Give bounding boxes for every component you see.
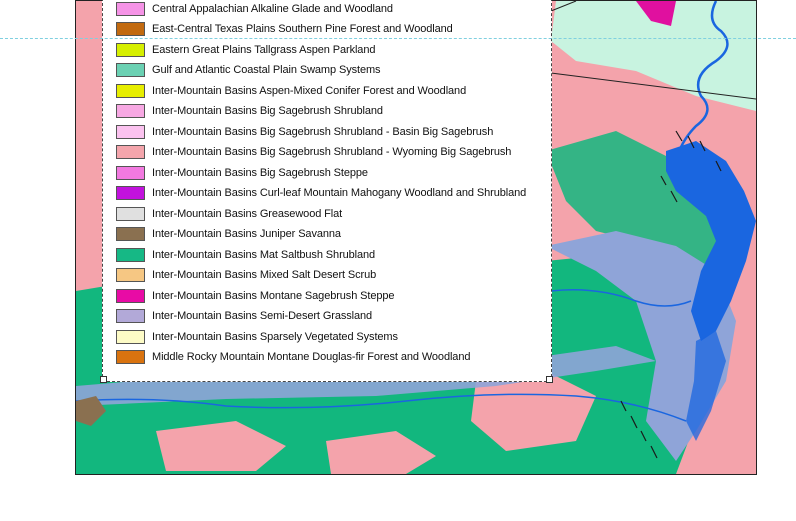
legend-swatch — [116, 350, 145, 364]
legend-label: Inter-Mountain Basins Juniper Savanna — [152, 228, 341, 240]
legend-swatch — [116, 43, 145, 57]
legend-item: Inter-Mountain Basins Aspen-Mixed Conife… — [116, 83, 466, 99]
legend-item: Inter-Mountain Basins Big Sagebrush Shru… — [116, 144, 511, 160]
legend-swatch — [116, 330, 145, 344]
legend-label: Central Appalachian Alkaline Glade and W… — [152, 3, 393, 15]
legend-label: Inter-Mountain Basins Greasewood Flat — [152, 208, 343, 220]
legend-swatch — [116, 289, 145, 303]
legend-swatch — [116, 186, 145, 200]
legend-label: Eastern Great Plains Tallgrass Aspen Par… — [152, 44, 376, 56]
legend-swatch — [116, 84, 145, 98]
legend-swatch — [116, 104, 145, 118]
legend-label: Inter-Mountain Basins Aspen-Mixed Conife… — [152, 85, 467, 97]
legend-item: East-Central Texas Plains Southern Pine … — [116, 21, 453, 37]
legend-label: Inter-Mountain Basins Big Sagebrush Shru… — [152, 105, 383, 117]
legend-swatch — [116, 166, 145, 180]
legend-label: Inter-Mountain Basins Big Sagebrush Step… — [152, 167, 368, 179]
legend-item: Inter-Mountain Basins Big Sagebrush Step… — [116, 165, 368, 181]
legend-item: Inter-Mountain Basins Greasewood Flat — [116, 206, 342, 222]
legend-panel[interactable]: Central Appalachian Alkaline Glade and W… — [100, 0, 553, 383]
legend-item: Inter-Mountain Basins Montane Sagebrush … — [116, 288, 395, 304]
legend-item: Inter-Mountain Basins Big Sagebrush Shru… — [116, 103, 383, 119]
legend-item: Eastern Great Plains Tallgrass Aspen Par… — [116, 42, 375, 58]
legend-swatch — [116, 227, 145, 241]
legend-label: Gulf and Atlantic Coastal Plain Swamp Sy… — [152, 64, 381, 76]
legend-item: Gulf and Atlantic Coastal Plain Swamp Sy… — [116, 62, 381, 78]
legend-label: Inter-Mountain Basins Semi-Desert Grassl… — [152, 310, 373, 322]
resize-handle-bottom-left[interactable] — [100, 376, 107, 383]
legend-label: Inter-Mountain Basins Sparsely Vegetated… — [152, 331, 398, 343]
legend-swatch — [116, 309, 145, 323]
guide-line — [0, 38, 796, 39]
legend-swatch — [116, 145, 145, 159]
legend-item: Middle Rocky Mountain Montane Douglas-fi… — [116, 349, 470, 365]
legend-label: Inter-Mountain Basins Curl-leaf Mountain… — [152, 187, 527, 199]
legend-item: Inter-Mountain Basins Sparsely Vegetated… — [116, 329, 398, 345]
legend-item: Inter-Mountain Basins Semi-Desert Grassl… — [116, 308, 372, 324]
legend-swatch — [116, 125, 145, 139]
legend-label: Middle Rocky Mountain Montane Douglas-fi… — [152, 351, 471, 363]
legend-item: Central Appalachian Alkaline Glade and W… — [116, 1, 393, 17]
legend-label: Inter-Mountain Basins Mixed Salt Desert … — [152, 269, 377, 281]
legend-item: Inter-Mountain Basins Mat Saltbush Shrub… — [116, 247, 375, 263]
legend-item: Inter-Mountain Basins Juniper Savanna — [116, 226, 341, 242]
legend-swatch — [116, 248, 145, 262]
legend-swatch — [116, 207, 145, 221]
legend-item: Inter-Mountain Basins Mixed Salt Desert … — [116, 267, 376, 283]
legend-label: Inter-Mountain Basins Montane Sagebrush … — [152, 290, 395, 302]
legend-swatch — [116, 22, 145, 36]
legend-item: Inter-Mountain Basins Curl-leaf Mountain… — [116, 185, 526, 201]
legend-label: Inter-Mountain Basins Mat Saltbush Shrub… — [152, 249, 376, 261]
legend-swatch — [116, 268, 145, 282]
legend-swatch — [116, 63, 145, 77]
legend-label: Inter-Mountain Basins Big Sagebrush Shru… — [152, 146, 512, 158]
legend-swatch — [116, 2, 145, 16]
legend-label: Inter-Mountain Basins Big Sagebrush Shru… — [152, 126, 494, 138]
legend-item: Inter-Mountain Basins Big Sagebrush Shru… — [116, 124, 493, 140]
resize-handle-bottom-right[interactable] — [546, 376, 553, 383]
legend-label: East-Central Texas Plains Southern Pine … — [152, 23, 453, 35]
